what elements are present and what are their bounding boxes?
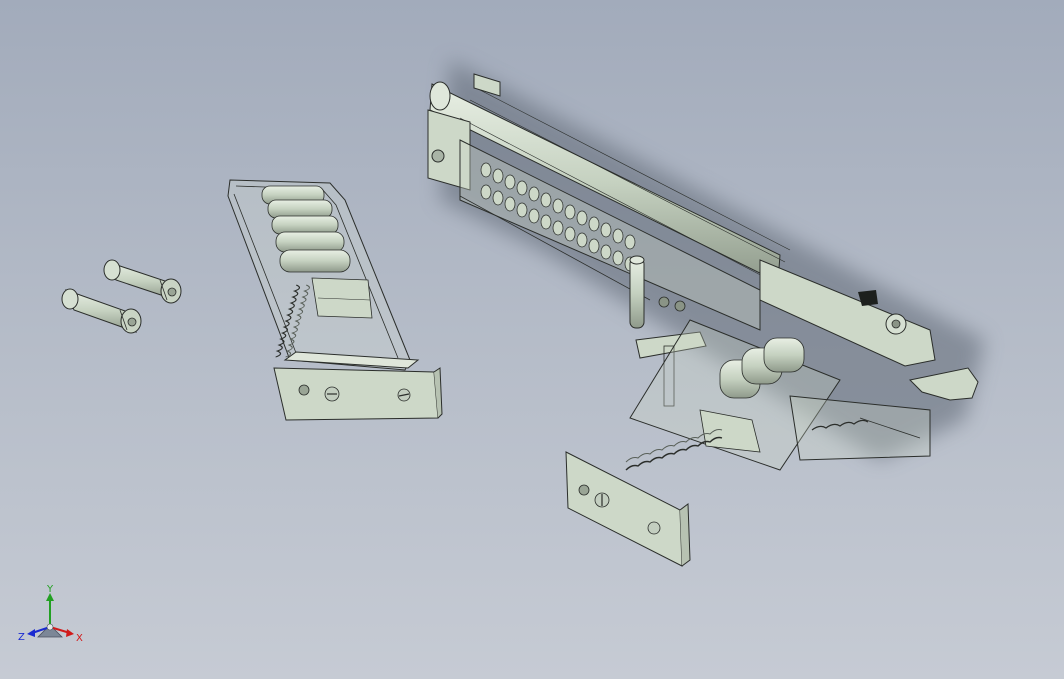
cartridge-1[interactable] <box>103 259 182 304</box>
z-axis-arrow <box>27 629 35 637</box>
x-axis-label: X <box>76 633 83 644</box>
cartridge-2[interactable] <box>61 288 142 334</box>
orientation-triad[interactable]: Y X Z <box>14 585 84 647</box>
x-axis-arrow <box>66 629 74 637</box>
cad-viewport[interactable]: Y X Z <box>0 0 1064 679</box>
cartridge-group[interactable] <box>61 259 182 334</box>
y-axis-label: Y <box>46 585 54 595</box>
z-axis-label: Z <box>18 632 25 643</box>
magazine-baseplate[interactable] <box>273 351 443 421</box>
model-scene[interactable] <box>0 0 1064 679</box>
magazine[interactable] <box>227 179 443 421</box>
pistol-assembly[interactable] <box>427 60 985 567</box>
slide-stop-pin <box>629 255 645 329</box>
